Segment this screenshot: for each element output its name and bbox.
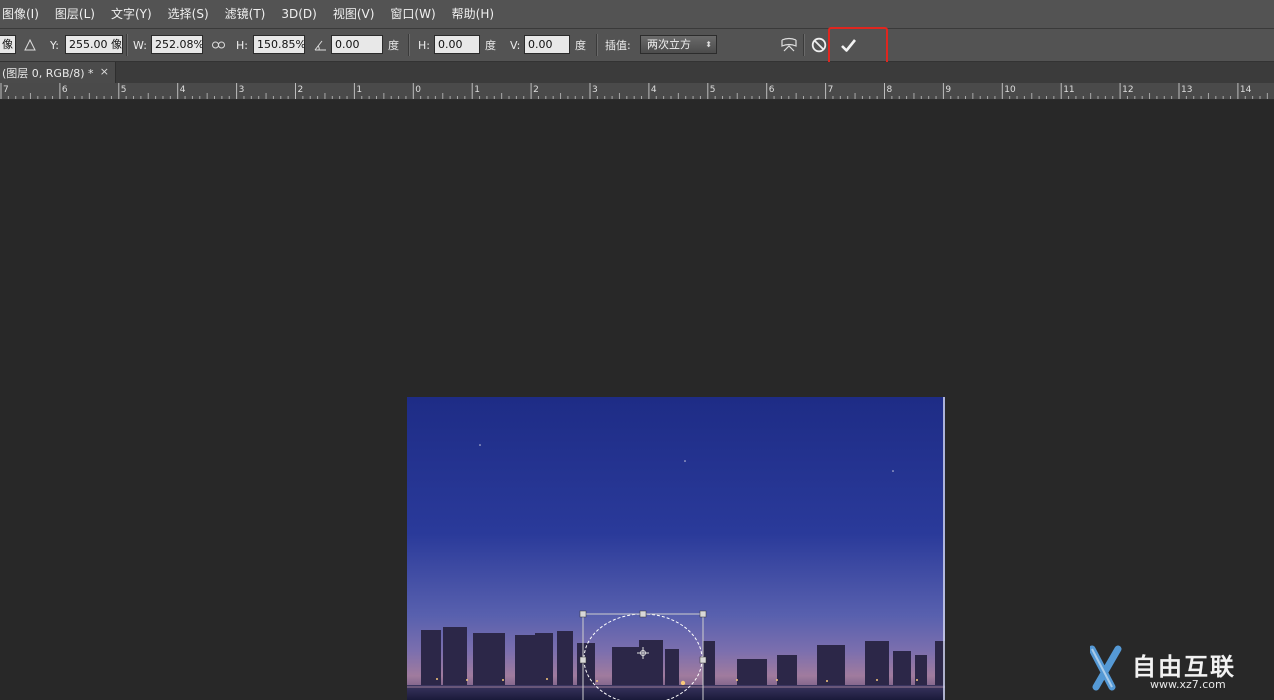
divider [126, 34, 128, 56]
ruler-label: 8 [887, 85, 893, 95]
interpolation-label: 插值: [605, 39, 631, 52]
ruler-label: 7 [3, 85, 9, 95]
menu-item[interactable]: 滤镜(T) [217, 0, 274, 28]
skew-h-field[interactable]: 0.00 [434, 35, 480, 54]
divider [596, 34, 598, 56]
y-label: Y: [50, 38, 59, 52]
x-position-field[interactable]: 像 [0, 35, 16, 54]
ruler-label: 1 [474, 85, 480, 95]
divider [803, 34, 805, 56]
menu-item[interactable]: 图像(I) [0, 0, 47, 28]
menu-item[interactable]: 3D(D) [273, 0, 324, 28]
ruler-ticks: 7 6 5 4 3 2 1 0 1 2 3 4 5 6 7 8 9 10 11 12 13 14 [0, 83, 1268, 99]
ruler-label: 13 [1181, 85, 1192, 95]
document-image[interactable] [407, 397, 945, 700]
warp-icon[interactable] [780, 29, 798, 61]
transform-options-bar: 像 Y: 255.00 像 W: 252.08% H: 150.85% 0.00… [0, 29, 1274, 62]
ruler-label: 7 [828, 85, 834, 95]
ruler-label: 6 [62, 85, 68, 95]
close-icon[interactable]: × [100, 65, 109, 78]
ruler-label: 2 [298, 85, 304, 95]
interpolation-select[interactable]: 两次立方 ⬍ [640, 35, 717, 54]
menu-bar: 图像(I) 图层(L) 文字(Y) 选择(S) 滤镜(T) 3D(D) 视图(V) 窗口(W)… [0, 0, 1274, 29]
ruler-label: 4 [180, 85, 186, 95]
menu-item[interactable]: 文字(Y) [103, 0, 160, 28]
watermark-logo: 自由互联 www.xz7.com [1088, 645, 1270, 695]
cancel-icon[interactable] [811, 29, 827, 61]
ruler-label: 5 [121, 85, 127, 95]
ruler-label: 1 [356, 85, 362, 95]
y-position-field[interactable]: 255.00 像 [65, 35, 123, 54]
ruler-label: 2 [533, 85, 539, 95]
menu-item[interactable]: 选择(S) [160, 0, 217, 28]
chevron-updown-icon: ⬍ [705, 40, 712, 49]
document-tab-bar: (图层 0, RGB/8) * × [0, 62, 1274, 83]
menu-item[interactable]: 帮助(H) [444, 0, 502, 28]
width-field[interactable]: 252.08% [151, 35, 203, 54]
angle-icon [314, 29, 327, 61]
ruler-label: 9 [945, 85, 951, 95]
interpolation-value: 两次立方 [647, 38, 691, 51]
menu-item[interactable]: 视图(V) [325, 0, 383, 28]
menu-item[interactable]: 图层(L) [47, 0, 103, 28]
ruler-label: 3 [239, 85, 245, 95]
degree-unit: 度 [388, 39, 399, 52]
watermark-brand: 自由互联 [1132, 653, 1236, 681]
ruler-label: 5 [710, 85, 716, 95]
ruler-label: 14 [1240, 85, 1252, 95]
reference-point-icon[interactable] [24, 29, 36, 61]
ruler-label: 6 [769, 85, 775, 95]
city-skyline-image [407, 397, 945, 700]
watermark-url: www.xz7.com [1150, 678, 1226, 691]
height-label: H: [236, 38, 248, 52]
ruler-label: 4 [651, 85, 657, 95]
ruler-label: 12 [1122, 85, 1133, 95]
ruler-label: 10 [1004, 85, 1016, 95]
menu-item[interactable]: 窗口(W) [382, 0, 443, 28]
ruler-label: 11 [1063, 85, 1074, 95]
link-icon[interactable] [212, 29, 225, 61]
document-tab-label: (图层 0, RGB/8) * [2, 66, 94, 80]
height-field[interactable]: 150.85% [253, 35, 305, 54]
skew-h-label: H: [418, 38, 430, 52]
divider [408, 34, 410, 56]
document-tab[interactable]: (图层 0, RGB/8) * × [0, 62, 116, 83]
skew-v-label: V: [510, 38, 521, 52]
ruler-label: 3 [592, 85, 598, 95]
rotation-angle-field[interactable]: 0.00 [331, 35, 383, 54]
width-label: W: [133, 38, 147, 52]
degree-unit: 度 [485, 39, 496, 52]
degree-unit: 度 [575, 39, 586, 52]
horizontal-ruler: 7 6 5 4 3 2 1 0 1 2 3 4 5 6 7 8 9 10 11 12 13 14 [0, 83, 1274, 100]
ruler-label: 0 [415, 85, 421, 95]
skew-v-field[interactable]: 0.00 [524, 35, 570, 54]
